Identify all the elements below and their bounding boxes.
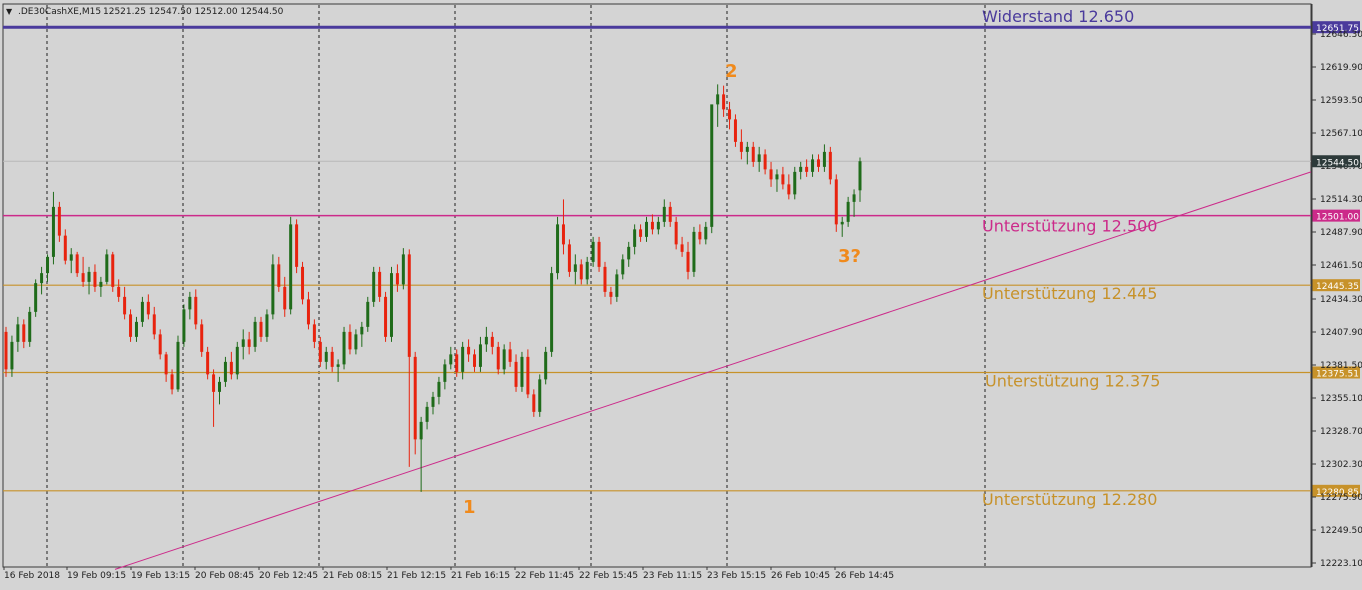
level-label-0: Widerstand 12.650 — [982, 7, 1134, 26]
header-symbol: .DE30CashXE,M15 — [18, 7, 101, 17]
current-price-tag: 12544.50 — [1312, 155, 1360, 168]
y-tick-1: 12619.90 — [1320, 63, 1362, 73]
candle-92 — [550, 266, 554, 357]
candle-119 — [710, 104, 714, 234]
candle-5 — [34, 279, 38, 317]
candle-17 — [105, 249, 109, 285]
level-label-2: Unterstützung 12.445 — [982, 284, 1157, 303]
x-tick-9: 22 Feb 15:45 — [579, 571, 638, 581]
level-label-4: Unterstützung 12.280 — [982, 490, 1157, 509]
candle-42 — [253, 316, 257, 352]
x-tick-0: 16 Feb 2018 — [4, 571, 60, 581]
x-tick-12: 26 Feb 10:45 — [771, 571, 830, 581]
candlestick-chart: Widerstand 12.65012651.75Unterstützung 1… — [0, 0, 1362, 585]
y-tick-16: 12223.10 — [1320, 559, 1362, 569]
x-tick-7: 21 Feb 16:15 — [451, 571, 510, 581]
candle-57 — [342, 326, 346, 370]
chart-header: ▼ .DE30CashXE,M15 12521.25 12547.50 1251… — [6, 7, 284, 17]
level-price-tag-1: 12501.00 — [1312, 209, 1360, 223]
candle-140 — [834, 174, 838, 232]
candle-29 — [176, 335, 180, 392]
y-tick-13: 12302.30 — [1320, 460, 1362, 470]
x-tick-5: 21 Feb 08:15 — [323, 571, 382, 581]
y-tick-7: 12461.50 — [1320, 261, 1362, 271]
candle-95 — [567, 239, 571, 277]
y-tick-15: 12249.50 — [1320, 526, 1362, 536]
y-tick-14: 12275.90 — [1320, 493, 1362, 503]
candle-62 — [372, 266, 376, 307]
candle-69 — [413, 351, 417, 455]
x-tick-6: 21 Feb 12:15 — [387, 571, 446, 581]
y-tick-0: 12646.30 — [1320, 30, 1362, 40]
candle-87 — [520, 351, 524, 392]
svg-text:12544.50: 12544.50 — [1316, 158, 1359, 168]
annotation-1: 2 — [725, 61, 738, 82]
candle-30 — [182, 304, 186, 347]
x-tick-4: 20 Feb 12:45 — [259, 571, 318, 581]
annotation-0: 1 — [463, 497, 476, 518]
candle-0 — [4, 326, 8, 377]
y-tick-6: 12487.90 — [1320, 228, 1362, 238]
y-tick-9: 12407.90 — [1320, 328, 1362, 338]
candle-64 — [384, 291, 388, 342]
candle-4 — [28, 306, 32, 347]
header-dropdown-icon[interactable]: ▼ — [6, 7, 13, 16]
svg-text:12445.35: 12445.35 — [1316, 282, 1359, 292]
candle-49 — [295, 219, 299, 274]
annotation-2: 3? — [838, 246, 861, 267]
svg-text:12501.00: 12501.00 — [1316, 213, 1359, 223]
x-tick-10: 23 Feb 11:15 — [643, 571, 702, 581]
candle-12 — [75, 251, 79, 277]
candle-116 — [692, 226, 696, 277]
candle-48 — [289, 216, 293, 315]
candle-139 — [828, 146, 832, 185]
x-tick-2: 19 Feb 13:15 — [131, 571, 190, 581]
x-tick-3: 20 Feb 08:45 — [195, 571, 254, 581]
candle-61 — [366, 296, 370, 332]
candle-91 — [544, 346, 548, 385]
x-tick-8: 22 Feb 11:45 — [515, 571, 574, 581]
candle-18 — [111, 251, 115, 292]
x-tick-13: 26 Feb 14:45 — [835, 571, 894, 581]
candle-33 — [200, 319, 204, 357]
candle-39 — [235, 341, 239, 380]
y-tick-12: 12328.70 — [1320, 427, 1362, 437]
candle-50 — [301, 261, 305, 305]
y-tick-5: 12514.30 — [1320, 195, 1362, 205]
chart-root: Widerstand 12.650 12651.75 Unterstützung 1… — [0, 0, 1362, 585]
candle-90 — [538, 374, 542, 417]
y-tick-11: 12355.10 — [1320, 394, 1362, 404]
candle-93 — [556, 216, 560, 280]
level-label-3: Unterstützung 12.375 — [985, 371, 1160, 390]
level-price-tag-2: 12445.35 — [1312, 279, 1360, 292]
header-ohlc: 12521.25 12547.50 12512.00 12544.50 — [103, 7, 284, 17]
y-tick-10: 12381.50 — [1320, 361, 1362, 371]
y-tick-3: 12567.10 — [1320, 129, 1362, 139]
x-tick-11: 23 Feb 15:15 — [707, 571, 766, 581]
y-tick-2: 12593.50 — [1320, 96, 1362, 106]
candle-101 — [603, 261, 607, 297]
x-tick-1: 19 Feb 09:15 — [67, 571, 126, 581]
candle-65 — [389, 266, 393, 342]
candle-63 — [378, 266, 382, 302]
candle-100 — [597, 236, 601, 272]
level-label-1: Unterstützung 12.500 — [982, 217, 1157, 236]
y-tick-8: 12434.30 — [1320, 295, 1362, 305]
